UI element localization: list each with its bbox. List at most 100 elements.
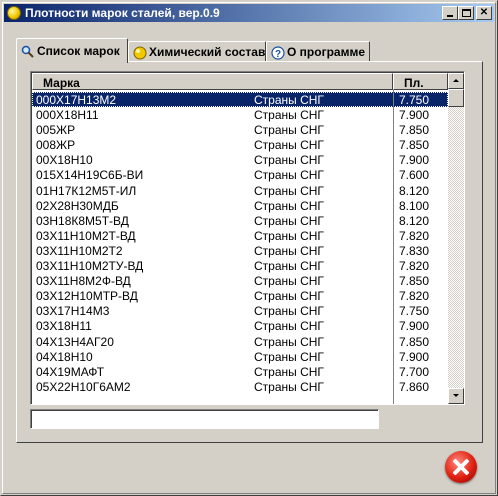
grade-origin: Страны СНГ xyxy=(254,228,324,243)
main-window: Плотности марок сталей, вер.0.9 ✕ Список… xyxy=(0,0,498,496)
grade-name: 03Х11Н10М2ТУ-ВД xyxy=(36,259,144,274)
close-button[interactable]: ✕ xyxy=(476,6,492,20)
table-row[interactable]: 03Х11Н10М2Т-ВД Страны СНГ 7.820 xyxy=(32,228,448,243)
list-rows: 000Х17Н13М2 Страны СНГ 7.750 000Х18Н11 Стран… xyxy=(32,92,448,394)
grade-density: 7.900 xyxy=(399,319,430,334)
vertical-scrollbar[interactable] xyxy=(448,73,464,404)
tab-chemical-composition-label: Химический состав xyxy=(149,45,266,59)
window-title: Плотности марок сталей, вер.0.9 xyxy=(25,6,220,20)
scroll-up-button[interactable] xyxy=(448,73,464,89)
grade-origin: Страны СНГ xyxy=(254,379,324,394)
maximize-button[interactable] xyxy=(458,6,474,20)
grade-density: 7.850 xyxy=(399,274,430,289)
grade-name: 03Х12Н10МТР-ВД xyxy=(36,289,138,304)
grade-name: 03Х11Н10М2Т-ВД xyxy=(36,228,136,243)
table-row[interactable]: 04Х19МАФТ Страны СНГ 7.700 xyxy=(32,364,448,379)
grade-origin: Страны СНГ xyxy=(254,213,324,228)
grade-name: 01Н17К12М5Т-ИЛ xyxy=(36,183,137,198)
grade-density: 7.600 xyxy=(399,168,430,183)
grade-name: 03Х18Н11 xyxy=(36,319,92,334)
table-row[interactable]: 04Х13Н4АГ20 Страны СНГ 7.850 xyxy=(32,334,448,349)
grade-density: 7.850 xyxy=(399,334,430,349)
grade-density: 7.700 xyxy=(399,364,430,379)
grade-name: 04Х13Н4АГ20 xyxy=(36,334,114,349)
grade-origin: Страны СНГ xyxy=(254,153,324,168)
table-row[interactable]: 03Х11Н10М2ТУ-ВД Страны СНГ 7.820 xyxy=(32,258,448,273)
grade-name: 04Х19МАФТ xyxy=(36,364,105,379)
tab-grade-list-label: Список марок xyxy=(37,44,120,58)
grade-name: 00Х18Н10 xyxy=(36,153,93,168)
grade-list[interactable]: Марка Пл. 000Х17Н13М2 Страны СНГ 7.750 000Х… xyxy=(30,71,465,405)
minimize-button[interactable] xyxy=(442,6,458,20)
grade-name: 04Х18Н10 xyxy=(36,349,93,364)
grade-name: 000Х18Н11 xyxy=(36,108,99,123)
grade-origin: Страны СНГ xyxy=(254,123,324,138)
grade-density: 7.820 xyxy=(399,228,430,243)
minimize-icon xyxy=(447,15,453,17)
grade-origin: Страны СНГ xyxy=(254,243,324,258)
table-row[interactable]: 03Н18К8М5Т-ВД Страны СНГ 8.120 xyxy=(32,213,448,228)
tab-about[interactable]: ? О программе xyxy=(266,41,370,62)
yellow-circle-icon xyxy=(133,46,147,60)
grade-origin: Страны СНГ xyxy=(254,138,324,153)
grade-origin: Страны СНГ xyxy=(254,349,324,364)
grade-origin: Страны СНГ xyxy=(254,364,324,379)
question-icon: ? xyxy=(271,46,285,60)
grade-density: 7.900 xyxy=(399,108,430,123)
scroll-thumb[interactable] xyxy=(448,89,464,107)
table-row[interactable]: 03Х11Н8М2Ф-ВД Страны СНГ 7.850 xyxy=(32,273,448,288)
table-row[interactable]: 03Х17Н14М3 Страны СНГ 7.750 xyxy=(32,303,448,318)
title-bar[interactable]: Плотности марок сталей, вер.0.9 ✕ xyxy=(4,4,494,22)
grade-name: 02Х28Н30МДБ xyxy=(36,198,119,213)
grade-density: 7.750 xyxy=(399,93,430,107)
column-header-grade[interactable]: Марка xyxy=(32,73,393,90)
grade-origin: Страны СНГ xyxy=(254,259,324,274)
table-row[interactable]: 03Х18Н11 Страны СНГ 7.900 xyxy=(32,318,448,333)
app-icon xyxy=(7,6,21,20)
table-row[interactable]: 000Х18Н11 Страны СНГ 7.900 xyxy=(32,107,448,122)
grade-name: 008ЖР xyxy=(36,138,76,153)
maximize-icon xyxy=(462,9,471,17)
grade-density: 8.100 xyxy=(399,198,430,213)
table-row[interactable]: 05Х22Н10Г6АМ2 Страны СНГ 7.860 xyxy=(32,379,448,394)
grade-name: 03Н18К8М5Т-ВД xyxy=(36,213,129,228)
grade-name: 000Х17Н13М2 xyxy=(36,93,117,107)
column-header-density[interactable]: Пл. xyxy=(393,73,448,90)
tab-grade-list[interactable]: Список марок xyxy=(16,38,128,63)
grade-name: 03Х17Н14М3 xyxy=(36,304,110,319)
grade-density: 7.860 xyxy=(399,379,430,394)
table-row[interactable]: 015Х14Н19С6Б-ВИ Страны СНГ 7.600 xyxy=(32,167,448,182)
grade-name: 03Х11Н8М2Ф-ВД xyxy=(36,274,131,289)
scroll-down-button[interactable] xyxy=(448,388,464,404)
svg-text:?: ? xyxy=(275,49,281,60)
table-row[interactable]: 000Х17Н13М2 Страны СНГ 7.750 xyxy=(32,92,448,108)
grade-density: 7.850 xyxy=(399,138,430,153)
grade-name: 05Х22Н10Г6АМ2 xyxy=(36,379,131,394)
grade-origin: Страны СНГ xyxy=(254,198,324,213)
grade-density: 8.120 xyxy=(399,183,430,198)
grade-density: 7.820 xyxy=(399,259,430,274)
grade-origin: Страны СНГ xyxy=(254,319,324,334)
table-row[interactable]: 02Х28Н30МДБ Страны СНГ 8.100 xyxy=(32,198,448,213)
arrow-down-icon xyxy=(453,394,459,397)
table-row[interactable]: 00Х18Н10 Страны СНГ 7.900 xyxy=(32,152,448,167)
tab-chemical-composition[interactable]: Химический состав xyxy=(128,41,266,62)
table-row[interactable]: 03Х12Н10МТР-ВД Страны СНГ 7.820 xyxy=(32,288,448,303)
search-input[interactable] xyxy=(31,410,378,428)
table-row[interactable]: 005ЖР Страны СНГ 7.850 xyxy=(32,122,448,137)
grade-name: 03Х11Н10М2Т2 xyxy=(36,243,123,258)
grade-origin: Страны СНГ xyxy=(254,289,324,304)
grade-density: 7.900 xyxy=(399,349,430,364)
grade-origin: Страны СНГ xyxy=(254,168,324,183)
table-row[interactable]: 03Х11Н10М2Т2 Страны СНГ 7.830 xyxy=(32,243,448,258)
grade-origin: Страны СНГ xyxy=(254,274,324,289)
grade-density: 7.900 xyxy=(399,153,430,168)
table-row[interactable]: 008ЖР Страны СНГ 7.850 xyxy=(32,137,448,152)
exit-button[interactable] xyxy=(445,451,477,483)
grade-density: 7.820 xyxy=(399,289,430,304)
table-row[interactable]: 04Х18Н10 Страны СНГ 7.900 xyxy=(32,349,448,364)
arrow-up-icon xyxy=(453,79,459,82)
grade-density: 8.120 xyxy=(399,213,430,228)
table-row[interactable]: 01Н17К12М5Т-ИЛ Страны СНГ 8.120 xyxy=(32,183,448,198)
grade-origin: Страны СНГ xyxy=(254,183,324,198)
